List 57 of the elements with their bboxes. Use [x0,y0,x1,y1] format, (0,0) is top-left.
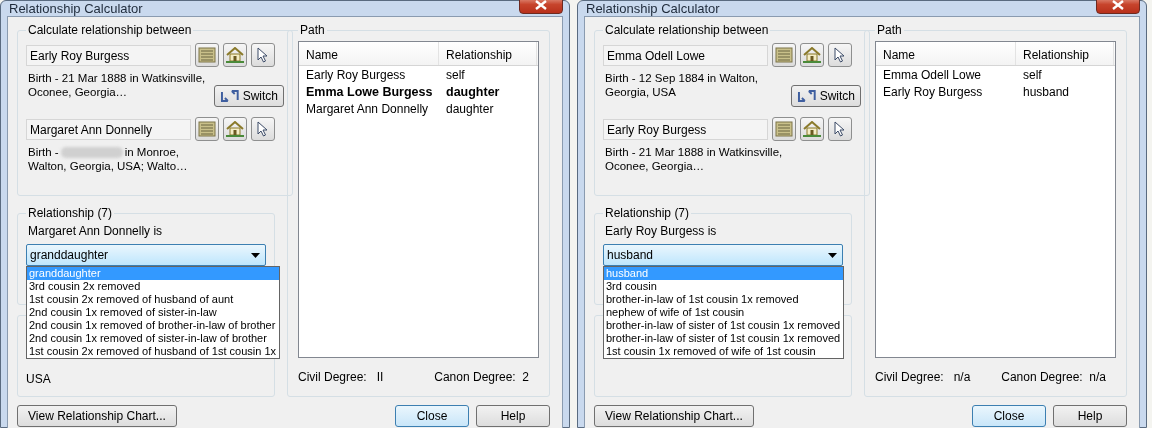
person-name-field[interactable]: Early Roy Burgess [26,44,191,66]
table-cell-text: Margaret Ann Donnelly [305,101,430,116]
table-cell-text: self [445,67,466,82]
dropdown-option[interactable]: 2nd cousin 1x removed of brother-in-law of brother [27,319,280,332]
column-header[interactable]: Relationship [439,42,537,65]
birth-info: Birth - 21 Mar 1888 in Watkinsville, Oconee, Georgia… [605,145,784,173]
table-cell-text: husband [1022,84,1071,99]
table-cell-text: Emma Lowe Burgess [305,84,434,99]
relationship-prompt: Margaret Ann Donnelly is [28,224,164,238]
dropdown-option[interactable]: 1st cousin 1x removed of wife of 1st cousin [604,345,844,358]
table-cell-text: daughter [445,101,495,116]
birth-info: Birth - in Monroe, Walton, Georgia, USA; Walto… [28,145,189,173]
group-title: Relationship (7) [604,206,691,220]
group-title: Calculate relationship between [27,23,193,37]
canon-degree: Canon Degree: n/a [1001,370,1106,384]
dropdown-option[interactable]: brother-in-law of sister of 1st cousin 1x removed [604,332,844,345]
window-title: Relationship Calculator [9,1,143,16]
table-cell-text: self [1022,67,1043,82]
dropdown-option[interactable]: 3rd cousin [604,280,844,293]
dropdown-option[interactable]: brother-in-law of sister of 1st cousin 1x removed [604,319,844,332]
dropdown-option[interactable]: brother-in-law of 1st cousin 1x removed [604,293,844,306]
view-chart-button[interactable]: View Relationship Chart... [594,405,754,427]
help-button[interactable]: Help [1053,405,1127,427]
close-button[interactable]: Close [972,405,1046,427]
dropdown-option[interactable]: 2nd cousin 1x removed of sister-in-law [27,306,280,319]
table-cell-text: Early Roy Burgess [305,67,407,82]
table-cell-text: daughter [445,84,501,99]
canon-degree: Canon Degree: 2 [434,370,529,384]
dropdown-option[interactable]: 1st cousin 2x removed of husband of 1st cousin 1x [27,345,280,358]
person-name-field[interactable]: Emma Odell Lowe [603,44,768,66]
relationship-prompt: Early Roy Burgess is [605,224,718,238]
civil-degree: Civil Degree: II [298,370,384,384]
help-button[interactable]: Help [476,405,550,427]
birth-info: Birth - 21 Mar 1888 in Watkinsville, Oconee, Georgia… [28,71,207,99]
switch-button[interactable]: Switch [214,85,284,107]
birth-info: Birth - 12 Sep 1884 in Walton, Georgia, USA [605,71,759,99]
dropdown-option[interactable]: 2nd cousin 1x removed of sister-in-law of brother [27,332,280,345]
table-cell-text: Emma Odell Lowe [882,67,983,82]
column-header[interactable]: Relationship [1016,42,1114,65]
group-title: Path [299,23,326,37]
dropdown-option[interactable]: 3rd cousin 2x removed [27,280,280,293]
view-chart-button[interactable]: View Relationship Chart... [17,405,177,427]
civil-degree: Civil Degree: n/a [875,370,971,384]
group-title: Relationship (7) [27,206,114,220]
group-title: Calculate relationship between [604,23,770,37]
column-header[interactable]: Name [299,42,439,65]
details-text: USA [26,372,51,386]
switch-button[interactable]: Switch [791,85,861,107]
close-button[interactable]: Close [395,405,469,427]
person-name-field[interactable]: Early Roy Burgess [603,118,768,140]
table-cell-text: Early Roy Burgess [882,84,984,99]
window-title: Relationship Calculator [586,1,720,16]
group-title: Path [876,23,903,37]
person-name-field[interactable]: Margaret Ann Donnelly [26,118,191,140]
dropdown-option[interactable]: nephew of wife of 1st cousin [604,306,844,319]
dropdown-option[interactable]: 1st cousin 2x removed of husband of aunt [27,293,280,306]
column-header[interactable]: Name [876,42,1016,65]
